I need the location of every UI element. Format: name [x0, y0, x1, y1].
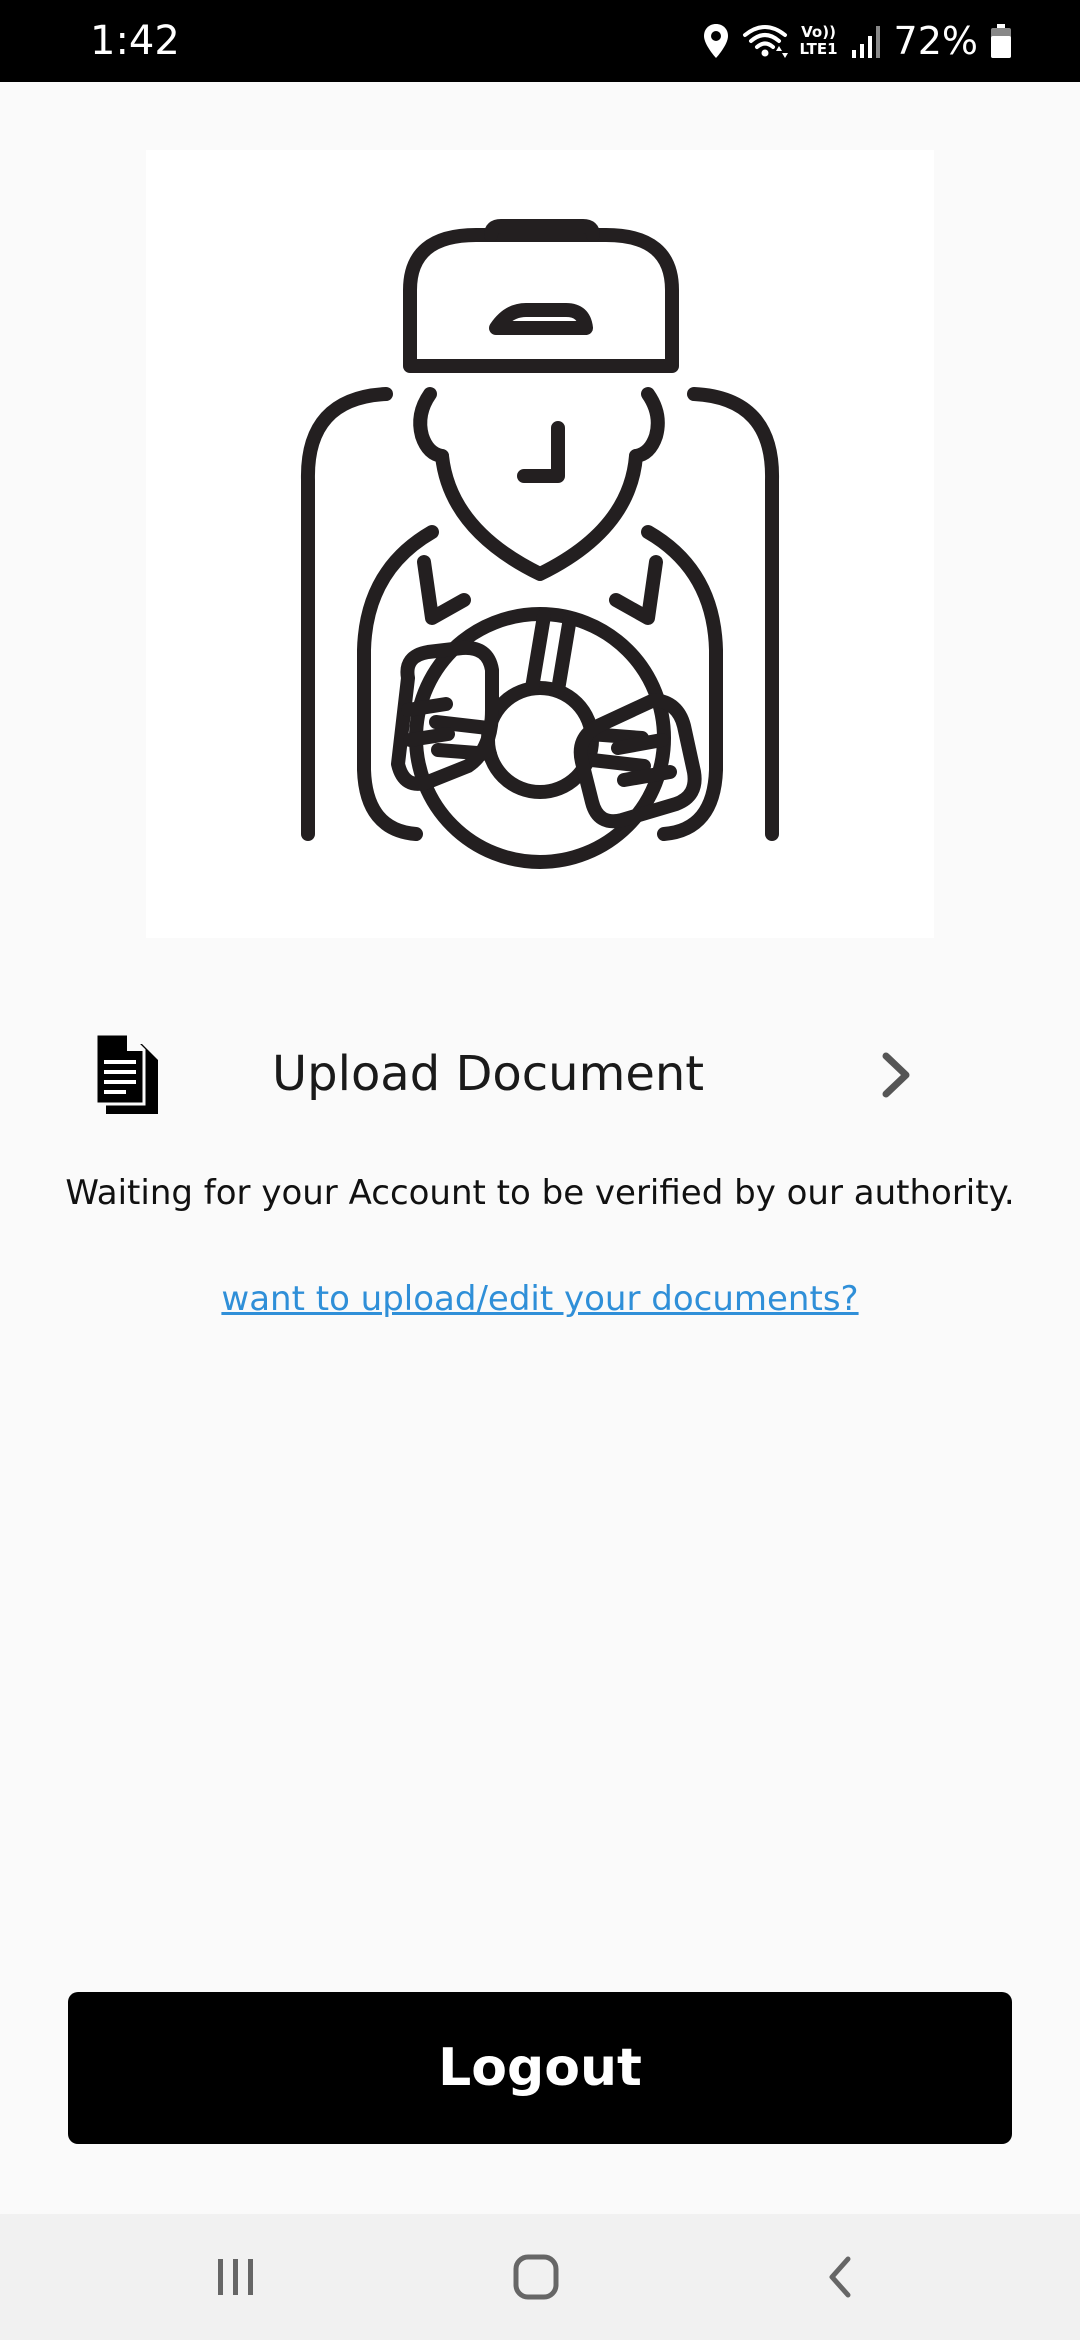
location-icon [702, 22, 730, 60]
verification-status-message: Waiting for your Account to be verified … [65, 1173, 1015, 1213]
recent-apps-button[interactable] [196, 2240, 276, 2314]
upload-document-label: Upload Document [272, 1046, 705, 1102]
logout-button[interactable]: Logout [68, 1992, 1012, 2144]
signal-icon [850, 22, 882, 60]
system-nav-bar [0, 2214, 1080, 2340]
chevron-right-icon [878, 1050, 914, 1100]
network-type-label: Vo)) LTE1 [800, 24, 838, 58]
battery-percentage: 72% [893, 19, 978, 63]
edit-documents-link[interactable]: want to upload/edit your documents? [0, 1276, 1080, 1322]
battery-icon [990, 23, 1012, 59]
status-time: 1:42 [90, 18, 180, 64]
upload-document-row[interactable]: Upload Document [84, 1022, 934, 1146]
network-label-top: Vo)) [801, 23, 836, 41]
status-icons: Vo)) LTE1 72% [702, 16, 1012, 66]
document-icon [90, 1030, 164, 1118]
driver-illustration [146, 150, 934, 938]
back-button[interactable] [800, 2240, 880, 2314]
wifi-icon [742, 21, 788, 61]
home-button[interactable] [496, 2240, 576, 2314]
network-label-bottom: LTE1 [799, 40, 838, 58]
home-icon [513, 2254, 559, 2300]
back-icon [829, 2256, 851, 2298]
driver-steering-wheel-illustration [300, 219, 780, 869]
recent-apps-icon [218, 2259, 253, 2295]
status-bar: 1:42 Vo)) LTE1 72% [0, 0, 1080, 82]
